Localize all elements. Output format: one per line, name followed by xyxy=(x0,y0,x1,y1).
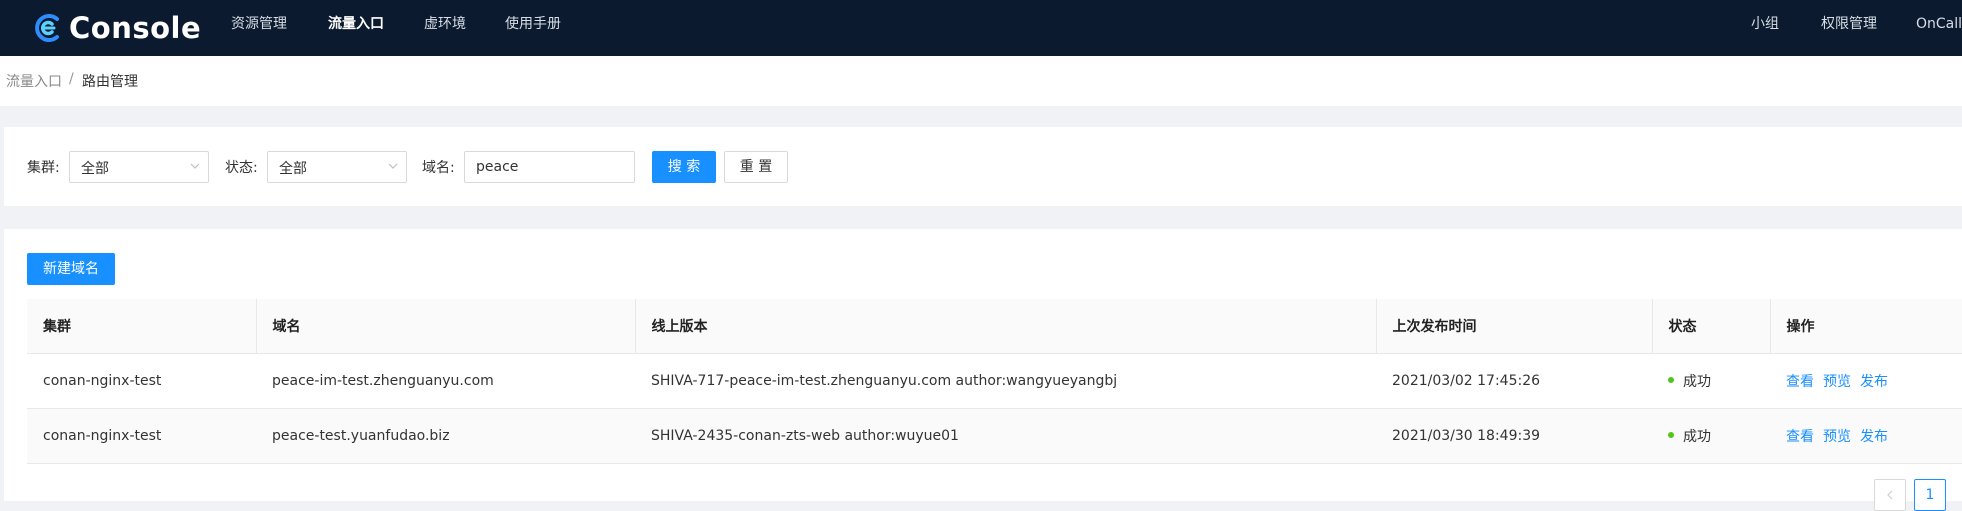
domain-filter-colon: : xyxy=(450,160,455,176)
view-link[interactable]: 查看 xyxy=(1786,429,1814,445)
column-header-cluster: 集群 xyxy=(27,299,257,354)
status-success-dot xyxy=(1668,431,1674,438)
nav-item-resources[interactable]: 资源管理 xyxy=(231,0,287,56)
breadcrumb-current: 路由管理 xyxy=(82,74,138,90)
pagination-page-1[interactable]: 1 xyxy=(1914,479,1946,511)
status-filter-colon: : xyxy=(253,160,258,176)
domain-search-input[interactable] xyxy=(464,151,635,183)
column-header-version: 线上版本 xyxy=(635,299,1377,354)
create-domain-button[interactable]: 新建域名 xyxy=(27,253,115,285)
breadcrumb-parent[interactable]: 流量入口 xyxy=(6,71,62,91)
column-header-actions: 操作 xyxy=(1770,299,1962,354)
status-filter-label: 状态: xyxy=(225,157,258,177)
pagination-prev-button[interactable] xyxy=(1874,479,1906,511)
search-button[interactable]: 搜 索 xyxy=(652,151,716,183)
column-header-published: 上次发布时间 xyxy=(1376,299,1653,354)
nav-item-traffic-entry[interactable]: 流量入口 xyxy=(328,0,384,56)
chevron-left-icon xyxy=(1887,490,1893,500)
top-navbar: Console 资源管理 流量入口 虚环境 使用手册 小组 权限管理 OnCal… xyxy=(0,0,1962,56)
console-logo-icon xyxy=(35,14,59,42)
nav-item-manual[interactable]: 使用手册 xyxy=(505,0,561,56)
cell-version: SHIVA-717-peace-im-test.zhenguanyu.com a… xyxy=(635,353,1376,409)
cell-published: 2021/03/02 17:45:26 xyxy=(1376,353,1652,409)
column-header-status: 状态 xyxy=(1652,299,1771,354)
status-text: 成功 xyxy=(1683,373,1711,390)
cluster-select-value: 全部 xyxy=(81,161,109,177)
status-success-dot xyxy=(1668,376,1674,383)
cluster-filter-label: 集群: xyxy=(27,157,60,177)
publish-link[interactable]: 发布 xyxy=(1860,429,1888,445)
nav-item-oncall[interactable]: OnCall xyxy=(1916,0,1962,56)
cell-published: 2021/03/30 18:49:39 xyxy=(1376,408,1652,464)
status-select-value: 全部 xyxy=(279,161,307,177)
domain-filter-label: 域名: xyxy=(422,157,455,177)
cell-status: 成功 xyxy=(1652,408,1770,464)
nav-item-permissions[interactable]: 权限管理 xyxy=(1821,0,1877,56)
table-header-row: 集群 域名 线上版本 上次发布时间 状态 操作 xyxy=(27,299,1962,354)
cluster-filter-label-text: 集群 xyxy=(27,160,55,176)
app-logo[interactable]: Console xyxy=(33,6,201,50)
cell-domain: peace-im-test.zhenguanyu.com xyxy=(256,353,635,409)
filter-panel: 集群: 全部 状态: 全部 域名: 搜 索 重 置 xyxy=(4,127,1962,206)
route-list-panel: 新建域名 集群 域名 线上版本 上次发布时间 状态 操作 conan-nginx… xyxy=(4,229,1962,511)
nav-item-virtual-env[interactable]: 虚环境 xyxy=(424,0,466,56)
cell-version: SHIVA-2435-conan-zts-web author:wuyue01 xyxy=(635,408,1376,464)
publish-link[interactable]: 发布 xyxy=(1860,374,1888,390)
breadcrumb-separator: / xyxy=(69,71,74,87)
status-filter-label-text: 状态 xyxy=(225,160,253,176)
table-row: conan-nginx-test peace-test.yuanfudao.bi… xyxy=(27,408,1962,464)
chevron-down-icon xyxy=(388,163,398,169)
breadcrumb: 流量入口 / 路由管理 xyxy=(0,56,1962,106)
preview-link[interactable]: 预览 xyxy=(1823,374,1851,390)
cell-cluster: conan-nginx-test xyxy=(27,353,256,409)
cell-cluster: conan-nginx-test xyxy=(27,408,256,464)
route-table: 集群 域名 线上版本 上次发布时间 状态 操作 conan-nginx-test… xyxy=(27,299,1962,464)
table-row: conan-nginx-test peace-im-test.zhenguany… xyxy=(27,353,1962,409)
reset-button[interactable]: 重 置 xyxy=(724,151,788,183)
preview-link[interactable]: 预览 xyxy=(1823,429,1851,445)
status-text: 成功 xyxy=(1683,428,1711,445)
domain-filter-label-text: 域名 xyxy=(422,160,450,176)
cell-status: 成功 xyxy=(1652,353,1770,409)
nav-item-group[interactable]: 小组 xyxy=(1751,0,1779,56)
chevron-down-icon xyxy=(190,163,200,169)
cluster-filter-colon: : xyxy=(55,160,60,176)
cluster-select[interactable]: 全部 xyxy=(69,151,209,183)
column-header-domain: 域名 xyxy=(256,299,636,354)
status-select[interactable]: 全部 xyxy=(267,151,407,183)
view-link[interactable]: 查看 xyxy=(1786,374,1814,390)
cell-actions: 查看 预览 发布 xyxy=(1770,353,1962,409)
cell-actions: 查看 预览 发布 xyxy=(1770,408,1962,464)
cell-domain: peace-test.yuanfudao.biz xyxy=(256,408,635,464)
app-title: Console xyxy=(69,11,202,45)
